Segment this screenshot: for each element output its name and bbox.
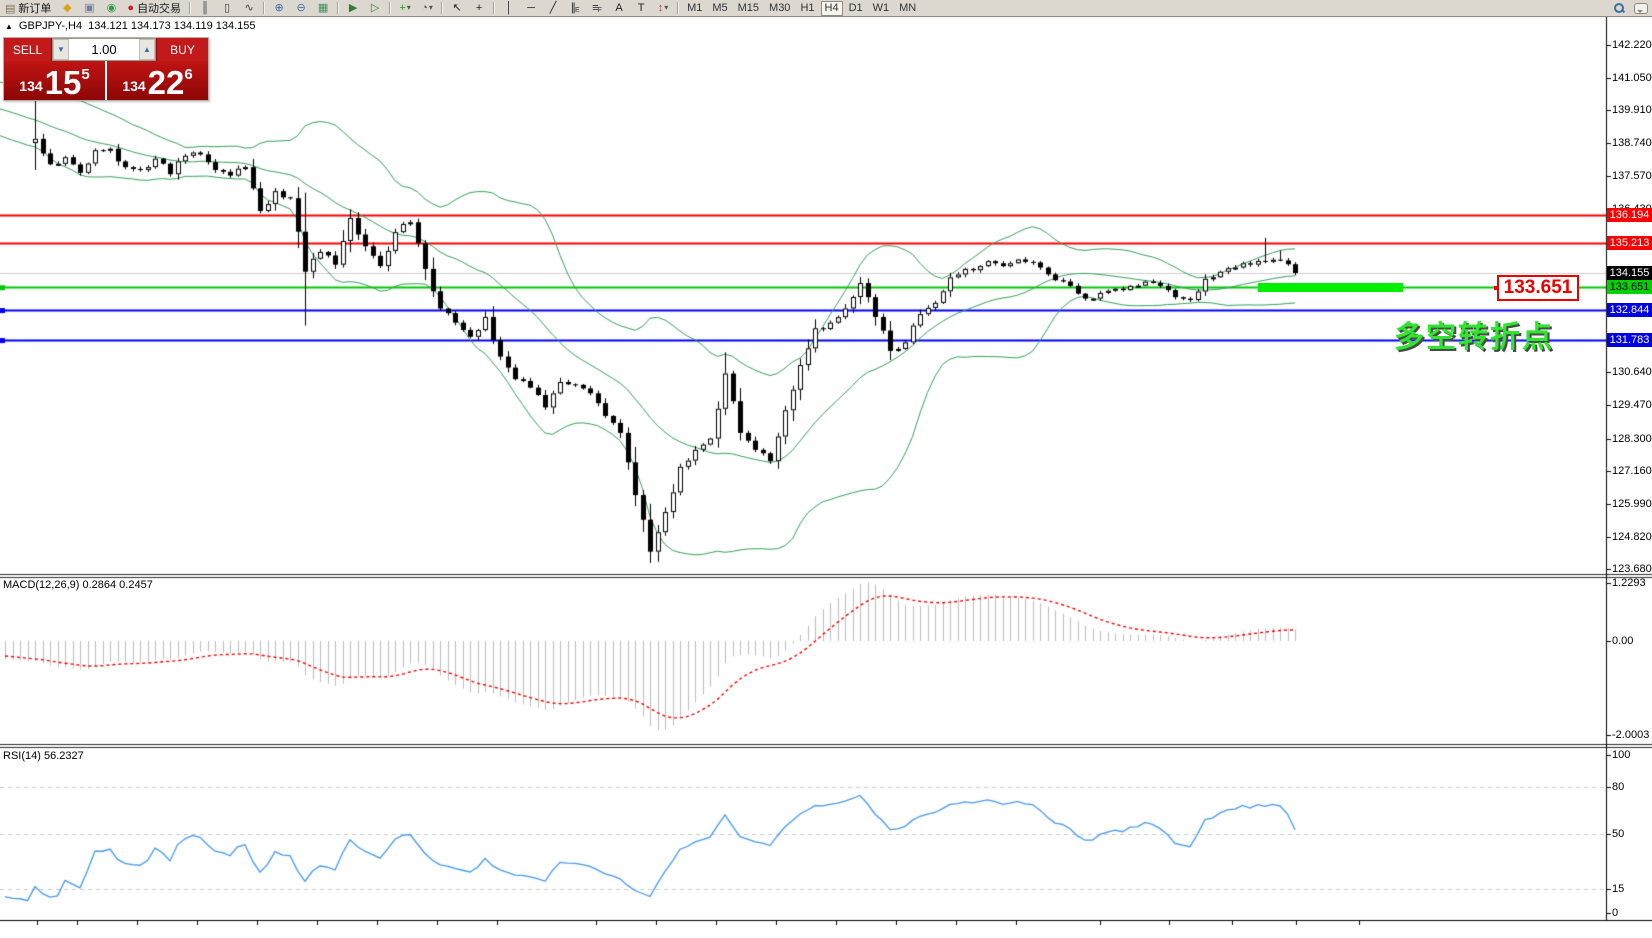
horizontal-line-icon[interactable]: ─	[521, 0, 541, 16]
horizontal-line-icon: ─	[527, 3, 535, 14]
bar-chart-icon: ║	[201, 3, 209, 14]
zoom-out-icon[interactable]: ⊖	[291, 0, 311, 16]
label-icon: T	[638, 3, 645, 14]
volume-increase-button[interactable]: ▲	[139, 39, 155, 60]
turning-point-note[interactable]: 多空转折点	[1394, 312, 1554, 356]
toolbar-separator	[263, 2, 265, 14]
timeframe-button-mn[interactable]: MN	[895, 2, 920, 15]
autotrading-button[interactable]: ●自动交易	[123, 1, 185, 15]
bar-chart-icon[interactable]: ║	[195, 0, 215, 16]
auto-scroll-icon: ▶	[349, 3, 357, 14]
toolbar-separator	[441, 2, 443, 14]
timeframe-button-m30[interactable]: M30	[765, 2, 794, 15]
search-icon[interactable]	[1609, 0, 1629, 16]
main-toolbar: ▤新订单◆▣◉●自动交易║▯∿⊕⊖▦▶▷+▾◔▾↖+│─╱∥E≡FAT↕▾M1M…	[0, 0, 1652, 17]
sell-price-big: 15	[45, 69, 82, 97]
autotrading-button-label: 自动交易	[137, 0, 181, 16]
buy-price-sup: 6	[184, 66, 192, 83]
candlestick-chart-icon[interactable]: ▯	[217, 0, 237, 16]
symbol-ohlc: 134.121 134.173 134.119 134.155	[88, 20, 255, 32]
channel-icon[interactable]: ∥E	[565, 0, 585, 16]
trendline-icon: ╱	[550, 3, 557, 14]
signals-icon[interactable]: ◉	[101, 0, 121, 16]
crosshair-icon[interactable]: +	[469, 0, 489, 16]
sell-button[interactable]: SELL	[4, 38, 52, 61]
indicators-icon[interactable]: +▾	[395, 0, 415, 16]
toolbar-separator	[493, 2, 495, 14]
crosshair-icon: +	[476, 3, 482, 14]
periods-icon[interactable]: ◔▾	[417, 0, 437, 16]
support-highlight-bar[interactable]	[1258, 283, 1403, 292]
vertical-line-icon: │	[506, 3, 513, 14]
search-icon	[1614, 3, 1624, 13]
zoom-out-icon: ⊖	[296, 3, 305, 14]
fibonacci-icon[interactable]: ≡F	[587, 0, 607, 16]
volume-decrease-button[interactable]: ▼	[53, 39, 69, 60]
zoom-in-icon[interactable]: ⊕	[269, 0, 289, 16]
sell-price[interactable]: 134 15 5	[4, 61, 105, 100]
arrows-icon[interactable]: ↕▾	[653, 0, 673, 16]
bucket-icon[interactable]: ◆	[57, 0, 77, 16]
buy-price[interactable]: 134 22 6	[107, 61, 208, 100]
buy-price-prefix: 134	[122, 78, 145, 94]
autotrading-button: ●	[127, 2, 134, 14]
collapse-icon[interactable]: ▲	[5, 22, 13, 31]
symbol-info-line: ▲ GBPJPY-,H4 134.121 134.173 134.119 134…	[5, 20, 256, 32]
text-icon[interactable]: A	[609, 0, 629, 16]
toolbar-separator	[677, 2, 679, 14]
dropdown-caret-icon[interactable]: ▾	[429, 4, 433, 12]
profiles-icon[interactable]: ▣	[79, 0, 99, 16]
vertical-line-icon[interactable]: │	[499, 0, 519, 16]
price-level-note[interactable]: 133.651	[1497, 275, 1579, 301]
dropdown-caret-icon[interactable]: ▾	[407, 4, 411, 12]
mt4-window: ▤新订单◆▣◉●自动交易║▯∿⊕⊖▦▶▷+▾◔▾↖+│─╱∥E≡FAT↕▾M1M…	[0, 0, 1652, 938]
trendline-icon[interactable]: ╱	[543, 0, 563, 16]
cursor-icon[interactable]: ↖	[447, 0, 467, 16]
volume-stepper: ▼ 1.00 ▲	[52, 38, 156, 61]
timeframe-button-h4[interactable]: H4	[821, 1, 843, 16]
new-order-button-label: 新订单	[18, 0, 51, 16]
cursor-icon: ↖	[452, 3, 461, 14]
dropdown-caret-icon[interactable]: ▾	[664, 4, 668, 12]
periods-icon: ◔	[421, 3, 428, 14]
timeframe-button-w1[interactable]: W1	[869, 2, 894, 15]
chart-shift-icon: ▷	[371, 3, 379, 14]
auto-scroll-icon[interactable]: ▶	[343, 0, 363, 16]
symbol-name: GBPJPY-,H4	[19, 20, 82, 32]
chat-icon[interactable]	[1631, 0, 1651, 16]
label-icon[interactable]: T	[631, 0, 651, 16]
toolbar-separator	[337, 2, 339, 14]
tile-windows-icon[interactable]: ▦	[313, 0, 333, 16]
timeframe-button-m1[interactable]: M1	[683, 2, 706, 15]
timeframe-button-d1[interactable]: D1	[845, 2, 867, 15]
text-icon: A	[615, 3, 622, 14]
sell-price-prefix: 134	[19, 78, 42, 94]
new-order-button: ▤	[5, 2, 15, 15]
one-click-trading-panel: SELL ▼ 1.00 ▲ BUY 134 15 5 134 22 6	[3, 37, 209, 101]
buy-price-big: 22	[148, 69, 185, 97]
timeframe-button-h1[interactable]: H1	[796, 2, 818, 15]
new-order-button[interactable]: ▤新订单	[1, 1, 55, 15]
bucket-icon: ◆	[63, 3, 71, 14]
toolbar-separator	[389, 2, 391, 14]
timeframe-button-m15[interactable]: M15	[734, 2, 763, 15]
chat-icon	[1634, 3, 1648, 14]
line-chart-icon[interactable]: ∿	[239, 0, 259, 16]
indicators-icon: +	[399, 3, 405, 14]
buy-button[interactable]: BUY	[156, 38, 208, 61]
zoom-in-icon: ⊕	[274, 3, 283, 14]
arrows-icon: ↕	[658, 3, 664, 14]
chart-canvas[interactable]	[0, 0, 1652, 938]
volume-input[interactable]: 1.00	[69, 39, 139, 60]
signals-icon: ◉	[107, 3, 117, 14]
tile-windows-icon: ▦	[318, 3, 328, 14]
toolbar-separator	[189, 2, 191, 14]
chart-shift-icon[interactable]: ▷	[365, 0, 385, 16]
sell-price-sup: 5	[81, 66, 89, 83]
profiles-icon: ▣	[84, 3, 94, 14]
timeframe-button-m5[interactable]: M5	[708, 2, 731, 15]
line-chart-icon: ∿	[244, 3, 253, 14]
candlestick-chart-icon: ▯	[224, 3, 230, 14]
